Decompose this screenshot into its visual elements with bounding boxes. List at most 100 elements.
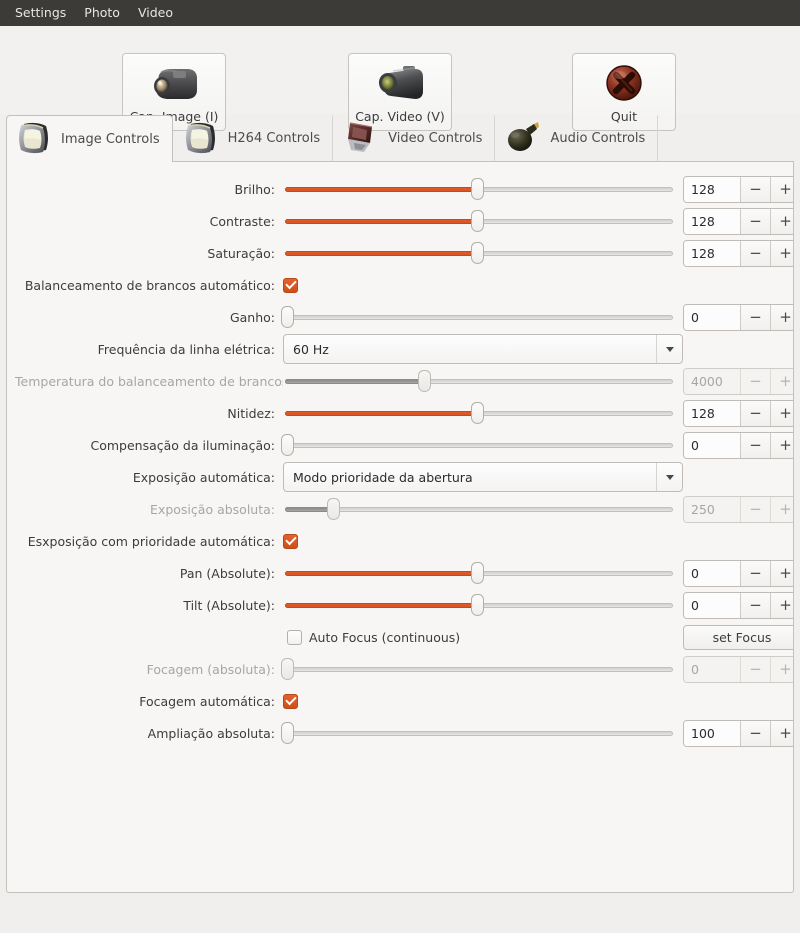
compensacao-da-iluminacao-spinbutton[interactable]: 0− + bbox=[683, 431, 793, 459]
focagem-absoluta-value: 0 bbox=[684, 656, 740, 682]
ampliacao-absoluta-decrement-button[interactable]: − bbox=[740, 720, 770, 746]
saturacao-value[interactable]: 128 bbox=[684, 240, 740, 266]
tilt-absolute-increment-button[interactable]: + bbox=[770, 592, 793, 618]
tilt-absolute-label: Tilt (Absolute): bbox=[183, 597, 275, 613]
pan-absolute-decrement-button[interactable]: − bbox=[740, 560, 770, 586]
ganho-slider-thumb[interactable] bbox=[281, 306, 294, 328]
exposicao-automatica-combobox[interactable]: Modo prioridade da abertura bbox=[283, 462, 683, 492]
video-controls-icon bbox=[342, 119, 382, 159]
auto-focus-inline-group: Auto Focus (continuous) bbox=[283, 624, 675, 650]
pan-absolute-label: Pan (Absolute): bbox=[179, 565, 275, 581]
ganho-value[interactable]: 0 bbox=[684, 304, 740, 330]
tab-image-controls-label: Image Controls bbox=[61, 131, 160, 147]
pan-absolute-slider[interactable] bbox=[283, 560, 675, 586]
compensacao-da-iluminacao-slider[interactable] bbox=[281, 432, 675, 458]
tab-image-controls[interactable]: Image Controls bbox=[6, 115, 173, 162]
contraste-slider-thumb[interactable] bbox=[471, 210, 484, 232]
ganho-slider[interactable] bbox=[281, 304, 675, 330]
pan-absolute-increment-button[interactable]: + bbox=[770, 560, 793, 586]
nitidez-value[interactable]: 128 bbox=[684, 400, 740, 426]
ganho-decrement-button[interactable]: − bbox=[740, 304, 770, 330]
exposicao-automatica-label: Exposição automática: bbox=[132, 469, 275, 485]
brilho-label: Brilho: bbox=[234, 181, 275, 197]
nitidez-increment-button[interactable]: + bbox=[770, 400, 793, 426]
ganho-spinbutton[interactable]: 0− + bbox=[683, 303, 793, 331]
balanceamento-de-brancos-automatico-checkbox[interactable] bbox=[283, 277, 298, 293]
contraste-slider[interactable] bbox=[283, 208, 675, 234]
brilho-slider-thumb[interactable] bbox=[471, 178, 484, 200]
contraste-value[interactable]: 128 bbox=[684, 208, 740, 234]
focagem-automatica-checkbox[interactable] bbox=[283, 693, 298, 709]
compensacao-da-iluminacao-increment-button[interactable]: + bbox=[770, 432, 793, 458]
set-focus-button[interactable]: set Focus bbox=[683, 624, 793, 650]
saturacao-slider-thumb[interactable] bbox=[471, 242, 484, 264]
menu-item-video[interactable]: Video bbox=[130, 4, 181, 23]
menu-item-settings[interactable]: Settings bbox=[7, 4, 74, 23]
contraste-slider-fill bbox=[285, 218, 479, 224]
tilt-absolute-slider-thumb[interactable] bbox=[471, 594, 484, 616]
frequencia-da-linha-eletrica-label: Frequência da linha elétrica: bbox=[97, 341, 275, 357]
exposicao-automatica-combobox-value: Modo prioridade da abertura bbox=[293, 469, 473, 485]
nitidez-slider-thumb[interactable] bbox=[471, 402, 484, 424]
exposicao-absoluta-slider-thumb bbox=[326, 498, 340, 520]
chevron-down-icon[interactable] bbox=[656, 335, 682, 363]
focagem-automatica-label: Focagem automática: bbox=[139, 693, 275, 709]
saturacao-label: Saturação: bbox=[207, 245, 275, 261]
focagem-absoluta-slider-thumb bbox=[281, 658, 294, 680]
focagem-absoluta-increment-button: + bbox=[770, 656, 793, 682]
tilt-absolute-slider[interactable] bbox=[283, 592, 675, 618]
brilho-value[interactable]: 128 bbox=[684, 176, 740, 202]
image-controls-panel: Brilho: 128− + Contraste: 128− + Saturação: 128… bbox=[6, 161, 794, 893]
ampliacao-absoluta-value[interactable]: 100 bbox=[684, 720, 740, 746]
tab-video-controls[interactable]: Video Controls bbox=[333, 115, 496, 161]
menu-item-photo[interactable]: Photo bbox=[76, 4, 128, 23]
compensacao-da-iluminacao-decrement-button[interactable]: − bbox=[740, 432, 770, 458]
pan-absolute-value[interactable]: 0 bbox=[684, 560, 740, 586]
nitidez-slider[interactable] bbox=[283, 400, 675, 426]
tab-audio-controls-label: Audio Controls bbox=[550, 131, 646, 146]
ganho-increment-button[interactable]: + bbox=[770, 304, 793, 330]
saturacao-decrement-button[interactable]: − bbox=[740, 240, 770, 266]
contraste-spinbutton[interactable]: 128− + bbox=[683, 207, 793, 235]
frequencia-da-linha-eletrica-combobox[interactable]: 60 Hz bbox=[283, 334, 683, 364]
contraste-increment-button[interactable]: + bbox=[770, 208, 793, 234]
tab-audio-controls[interactable]: Audio Controls bbox=[495, 115, 659, 161]
nitidez-slider-fill bbox=[285, 410, 479, 416]
tab-h264-controls[interactable]: H264 Controls bbox=[173, 115, 334, 161]
image-controls-icon bbox=[15, 119, 55, 159]
brilho-slider-fill bbox=[285, 186, 479, 192]
tab-h264-controls-label: H264 Controls bbox=[227, 131, 321, 146]
ganho-label: Ganho: bbox=[229, 309, 275, 325]
brilho-slider[interactable] bbox=[283, 176, 675, 202]
compensacao-da-iluminacao-slider-thumb[interactable] bbox=[281, 434, 294, 456]
ampliacao-absoluta-slider[interactable] bbox=[281, 720, 675, 746]
tilt-absolute-value[interactable]: 0 bbox=[684, 592, 740, 618]
saturacao-slider[interactable] bbox=[283, 240, 675, 266]
auto-focus-continuous-checkbox[interactable] bbox=[287, 629, 302, 645]
compensacao-da-iluminacao-value[interactable]: 0 bbox=[684, 432, 740, 458]
frequencia-da-linha-eletrica-combobox-value: 60 Hz bbox=[293, 341, 329, 357]
ampliacao-absoluta-spinbutton[interactable]: 100− + bbox=[683, 719, 793, 747]
tilt-absolute-spinbutton[interactable]: 0− + bbox=[683, 591, 793, 619]
photo-camera-icon bbox=[147, 62, 201, 107]
nitidez-decrement-button[interactable]: − bbox=[740, 400, 770, 426]
brilho-decrement-button[interactable]: − bbox=[740, 176, 770, 202]
saturacao-spinbutton[interactable]: 128− + bbox=[683, 239, 793, 267]
brilho-increment-button[interactable]: + bbox=[770, 176, 793, 202]
focagem-absoluta-slider-trough bbox=[285, 666, 673, 672]
ampliacao-absoluta-slider-thumb[interactable] bbox=[281, 722, 294, 744]
brilho-spinbutton[interactable]: 128− + bbox=[683, 175, 793, 203]
pan-absolute-spinbutton[interactable]: 0− + bbox=[683, 559, 793, 587]
nitidez-spinbutton[interactable]: 128− + bbox=[683, 399, 793, 427]
menubar: Settings Photo Video bbox=[0, 0, 800, 26]
contraste-decrement-button[interactable]: − bbox=[740, 208, 770, 234]
ampliacao-absoluta-increment-button[interactable]: + bbox=[770, 720, 793, 746]
chevron-down-icon[interactable] bbox=[656, 463, 682, 491]
row-focagem-absoluta: Focagem (absoluta): 0− + bbox=[15, 653, 793, 685]
exposicao-com-prioridade-automatica-checkbox[interactable] bbox=[283, 533, 298, 549]
saturacao-increment-button[interactable]: + bbox=[770, 240, 793, 266]
exposicao-com-prioridade-automatica-label: Esxposição com prioridade automática: bbox=[27, 533, 275, 549]
pan-absolute-slider-thumb[interactable] bbox=[471, 562, 484, 584]
audio-controls-icon bbox=[504, 119, 544, 159]
tilt-absolute-decrement-button[interactable]: − bbox=[740, 592, 770, 618]
